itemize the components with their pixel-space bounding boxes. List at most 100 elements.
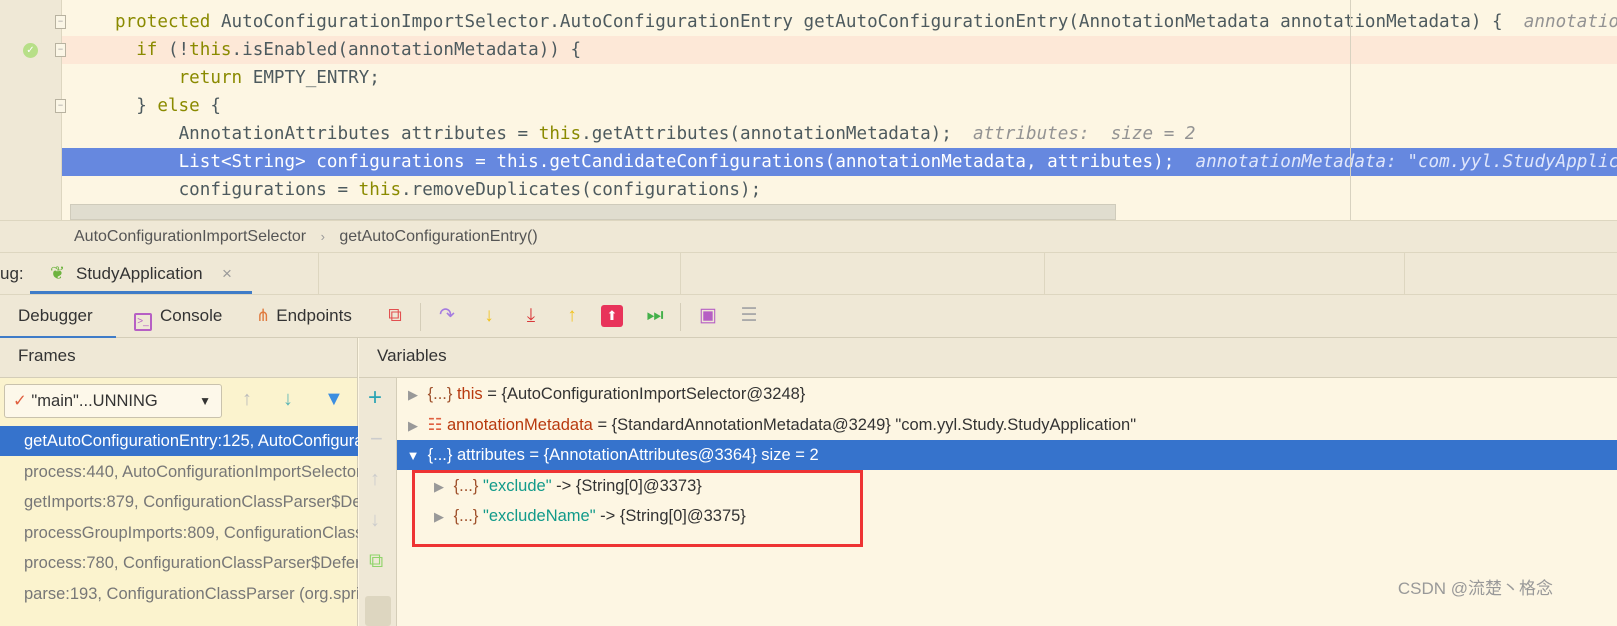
variable-name: this bbox=[456, 385, 483, 403]
thread-selector[interactable]: ✓ "main"...UNNING ▼ bbox=[4, 384, 222, 418]
variable-row[interactable]: ▶ {...} this = {AutoConfigurationImportS… bbox=[397, 379, 1617, 409]
frame-item[interactable]: process:440, AutoConfigurationImportSele… bbox=[0, 457, 358, 487]
restore-layout-icon[interactable]: ⧉ bbox=[384, 305, 406, 327]
code-token: } bbox=[136, 96, 158, 116]
annotation-highlight-box bbox=[412, 470, 863, 547]
frames-panel: Frames ✓ "main"...UNNING ▼ ↑ ↓ ▼ getAuto… bbox=[0, 338, 358, 626]
horizontal-scrollbar[interactable] bbox=[70, 204, 1116, 220]
editor-gutter[interactable] bbox=[0, 0, 62, 220]
thread-value: "main"...UNNING bbox=[31, 392, 158, 410]
watermark: CSDN @流楚丶格念 bbox=[1397, 579, 1553, 598]
arrow-down-icon[interactable]: ↓ bbox=[283, 388, 293, 411]
drop-frame-icon[interactable]: ⬆ bbox=[601, 305, 623, 327]
inline-value-hint: annotationMetadata: "com.yyl.StudyApplic… bbox=[1195, 152, 1617, 172]
tab-label: Debugger bbox=[18, 306, 93, 325]
variable-name: attributes bbox=[456, 446, 525, 464]
inline-value-hint: attributes: size = 2 bbox=[973, 124, 1196, 144]
variable-row[interactable]: ▶ ☷ annotationMetadata = {StandardAnnota… bbox=[397, 410, 1617, 440]
fold-icon[interactable]: − bbox=[55, 43, 66, 57]
remove-watch-icon[interactable]: − bbox=[370, 426, 383, 452]
frames-header: Frames bbox=[0, 338, 357, 378]
variable-row[interactable]: ▼ {...} attributes = {AnnotationAttribut… bbox=[397, 440, 1617, 470]
breadcrumb: AutoConfigurationImportSelector › getAut… bbox=[0, 220, 1617, 252]
run-to-cursor-icon[interactable]: ⏭ bbox=[644, 305, 666, 327]
step-out-icon[interactable]: ↑ bbox=[561, 305, 583, 327]
collapsed-arrow-icon[interactable]: ▶ bbox=[403, 411, 423, 441]
tab-study-application[interactable]: ❦ StudyApplication × bbox=[30, 253, 252, 295]
step-over-icon[interactable]: ↷ bbox=[436, 305, 458, 327]
console-icon: >_ bbox=[134, 313, 152, 331]
tab-endpoints[interactable]: ⋔ Endpoints bbox=[256, 295, 352, 339]
frame-item[interactable]: getAutoConfigurationEntry:125, AutoConfi… bbox=[0, 426, 358, 456]
code-token: if bbox=[136, 40, 168, 60]
object-icon: {...} bbox=[427, 446, 453, 464]
code-line[interactable]: return EMPTY_ENTRY; bbox=[62, 64, 1617, 92]
code-token: return bbox=[178, 68, 253, 88]
force-step-into-icon[interactable]: ⤓ bbox=[520, 305, 542, 327]
move-up-icon[interactable]: ↑ bbox=[370, 468, 380, 491]
variable-value: = {AutoConfigurationImportSelector@3248} bbox=[482, 385, 806, 403]
trace-icon[interactable]: ☰ bbox=[738, 305, 760, 327]
close-icon[interactable]: × bbox=[222, 253, 232, 295]
code-line[interactable]: if (!this.isEnabled(annotationMetadata))… bbox=[62, 36, 1617, 64]
add-watch-icon[interactable]: + bbox=[368, 384, 382, 412]
code-line[interactable]: } else { bbox=[62, 92, 1617, 120]
variables-side-toolbar: + − ↑ ↓ ⧉ bbox=[359, 378, 397, 626]
breadcrumb-method[interactable]: getAutoConfigurationEntry() bbox=[339, 228, 537, 245]
spring-boot-icon: ❦ bbox=[50, 263, 66, 283]
glasses-toggle[interactable] bbox=[365, 596, 391, 626]
code-line[interactable]: AnnotationAttributes attributes = this.g… bbox=[62, 120, 1617, 148]
breakpoint-verified-icon[interactable]: ✓ bbox=[23, 43, 38, 58]
code-line[interactable]: protected AutoConfigurationImportSelecto… bbox=[62, 8, 1617, 36]
tab-debugger[interactable]: Debugger bbox=[0, 295, 116, 339]
code-editor[interactable]: protected AutoConfigurationImportSelecto… bbox=[0, 0, 1617, 220]
code-token: EMPTY_ENTRY; bbox=[252, 68, 380, 88]
code-token: .getCandidateConfigurations(annotationMe… bbox=[538, 152, 1196, 172]
move-down-icon[interactable]: ↓ bbox=[370, 509, 380, 532]
right-margin-guide bbox=[1350, 0, 1351, 220]
tab-label: StudyApplication bbox=[76, 264, 203, 283]
expanded-arrow-icon[interactable]: ▼ bbox=[403, 441, 423, 471]
code-token: List<String> configurations = bbox=[178, 152, 497, 172]
fold-icon[interactable]: − bbox=[55, 15, 66, 29]
evaluate-expression-icon[interactable]: ▣ bbox=[697, 305, 719, 327]
frame-item[interactable]: process:780, ConfigurationClassParser$De… bbox=[0, 548, 358, 578]
code-token: .getAttributes(annotationMetadata); bbox=[581, 124, 974, 144]
tab-label: Console bbox=[160, 306, 223, 325]
filter-icon[interactable]: ▼ bbox=[324, 388, 344, 411]
code-line[interactable]: configurations = this.removeDuplicates(c… bbox=[62, 176, 1617, 204]
code-token: this bbox=[496, 152, 539, 172]
object-icon: {...} bbox=[427, 385, 453, 403]
frame-item[interactable]: processGroupImports:809, ConfigurationCl… bbox=[0, 518, 358, 548]
code-token: (! bbox=[167, 40, 190, 60]
code-token: else bbox=[157, 96, 211, 116]
code-token: { bbox=[210, 96, 221, 116]
breadcrumb-class[interactable]: AutoConfigurationImportSelector bbox=[74, 228, 306, 245]
debug-tab-bar: ug: ❦ StudyApplication × bbox=[0, 252, 1617, 295]
inline-value-hint: annotationMetadata: "com.yyl.Study.Study… bbox=[1523, 12, 1617, 32]
tab-label: Endpoints bbox=[276, 306, 352, 325]
field-icon: ☷ bbox=[427, 415, 443, 434]
frame-item[interactable]: parse:193, ConfigurationClassParser (org… bbox=[0, 579, 358, 609]
code-line[interactable]: List<String> configurations = this.getCa… bbox=[62, 148, 1617, 176]
tab-console[interactable]: >_ Console bbox=[134, 295, 222, 339]
collapsed-arrow-icon[interactable]: ▶ bbox=[403, 380, 423, 410]
copy-icon[interactable]: ⧉ bbox=[369, 550, 383, 573]
code-token: this bbox=[189, 40, 232, 60]
step-into-icon[interactable]: ↓ bbox=[478, 305, 500, 327]
fold-icon[interactable]: − bbox=[55, 99, 66, 113]
code-token: protected bbox=[115, 12, 221, 32]
arrow-up-icon[interactable]: ↑ bbox=[242, 388, 252, 411]
breadcrumb-separator-icon: › bbox=[320, 229, 325, 244]
code-token: configurations = bbox=[178, 180, 359, 200]
variable-value: = {AnnotationAttributes@3364} size = 2 bbox=[524, 446, 819, 464]
endpoints-icon: ⋔ bbox=[256, 306, 271, 325]
code-token: this bbox=[358, 180, 402, 200]
debugger-toolbar: Debugger >_ Console ⋔ Endpoints ⧉ ↷ ↓ ⤓ ↑ … bbox=[0, 294, 1617, 339]
variable-name: annotationMetadata bbox=[446, 415, 593, 434]
variable-value: = {StandardAnnotationMetadata@3249} "com… bbox=[592, 415, 1137, 434]
frame-item[interactable]: getImports:879, ConfigurationClassParser… bbox=[0, 487, 358, 517]
chevron-down-icon: ▼ bbox=[199, 394, 211, 408]
code-token: AnnotationAttributes attributes = bbox=[178, 124, 539, 144]
debug-label: ug: bbox=[0, 264, 24, 283]
